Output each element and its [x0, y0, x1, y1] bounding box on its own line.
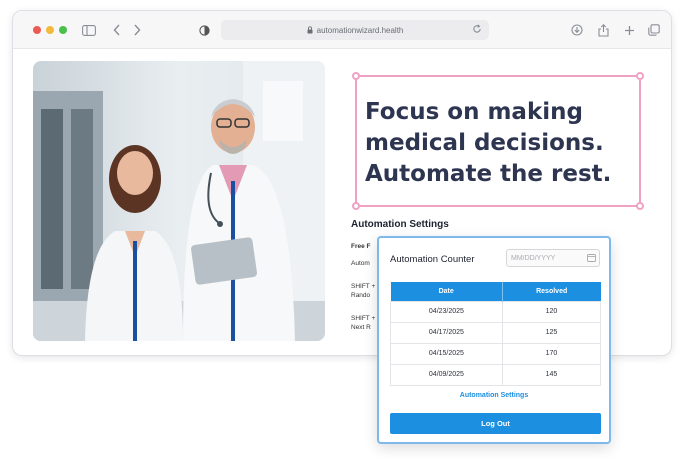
calendar-icon[interactable] — [587, 253, 596, 262]
browser-toolbar: automationwizard.health — [13, 11, 671, 49]
log-out-button[interactable]: Log Out — [390, 413, 601, 434]
resolved-cell: 125 — [501, 321, 602, 344]
table-row: 04/09/2025 145 — [390, 363, 602, 386]
date-filter-input[interactable] — [506, 249, 600, 267]
table-row: 04/17/2025 125 — [390, 321, 602, 344]
reload-icon[interactable] — [472, 24, 482, 34]
resize-handle-bottom-left[interactable] — [352, 202, 360, 210]
date-cell: 04/15/2025 — [390, 342, 503, 365]
automation-settings-link[interactable]: Automation Settings — [379, 392, 609, 399]
date-cell: 04/17/2025 — [390, 321, 503, 344]
resolved-cell: 145 — [501, 363, 602, 386]
sidebar-icon[interactable] — [81, 21, 97, 39]
resize-handle-top-right[interactable] — [636, 72, 644, 80]
settings-text-shift-1: SHIFT + — [351, 283, 376, 290]
shield-icon[interactable] — [197, 21, 211, 39]
panel-title: Automation Counter — [390, 254, 475, 265]
forward-icon[interactable] — [131, 21, 143, 39]
new-tab-icon[interactable] — [622, 21, 636, 39]
settings-text-shift-2: SHIFT + — [351, 315, 376, 322]
resolved-cell: 120 — [501, 300, 602, 323]
hero-line: Focus on making — [365, 99, 583, 125]
resize-handle-bottom-right[interactable] — [636, 202, 644, 210]
hero-line: Automate the rest. — [365, 161, 612, 187]
tabs-icon[interactable] — [647, 21, 661, 39]
settings-heading: Automation Settings — [351, 219, 449, 230]
hero-line: medical decisions. — [365, 130, 604, 156]
settings-text-autom: Autom — [351, 260, 370, 267]
table-row: 04/23/2025 120 — [390, 300, 602, 323]
back-icon[interactable] — [111, 21, 123, 39]
resize-handle-top-left[interactable] — [352, 72, 360, 80]
download-icon[interactable] — [570, 21, 584, 39]
hero-headline: Focus on making medical decisions. Autom… — [365, 97, 635, 190]
column-header-resolved[interactable]: Resolved — [502, 282, 601, 301]
column-header-date[interactable]: Date — [390, 282, 503, 301]
address-bar[interactable]: automationwizard.health — [221, 20, 489, 40]
maximize-window-button[interactable] — [59, 26, 67, 34]
counter-table: Date Resolved 04/23/2025 120 04/17/2025 … — [390, 282, 602, 386]
date-cell: 04/23/2025 — [390, 300, 503, 323]
settings-text-random: Rando — [351, 292, 371, 299]
lock-icon — [307, 26, 313, 34]
settings-text-next: Next R — [351, 324, 371, 331]
table-row: 04/15/2025 170 — [390, 342, 602, 365]
resolved-cell: 170 — [501, 342, 602, 365]
address-text: automationwizard.health — [316, 25, 404, 35]
doctors-photo — [33, 61, 325, 341]
automation-counter-panel: Automation Counter Date Resolved 04/23/2… — [377, 236, 611, 444]
hero-headline-frame[interactable]: Focus on making medical decisions. Autom… — [352, 72, 644, 210]
share-icon[interactable] — [596, 21, 610, 39]
close-window-button[interactable] — [33, 26, 41, 34]
minimize-window-button[interactable] — [46, 26, 54, 34]
date-cell: 04/09/2025 — [390, 363, 503, 386]
settings-text-free: Free F — [351, 243, 371, 250]
